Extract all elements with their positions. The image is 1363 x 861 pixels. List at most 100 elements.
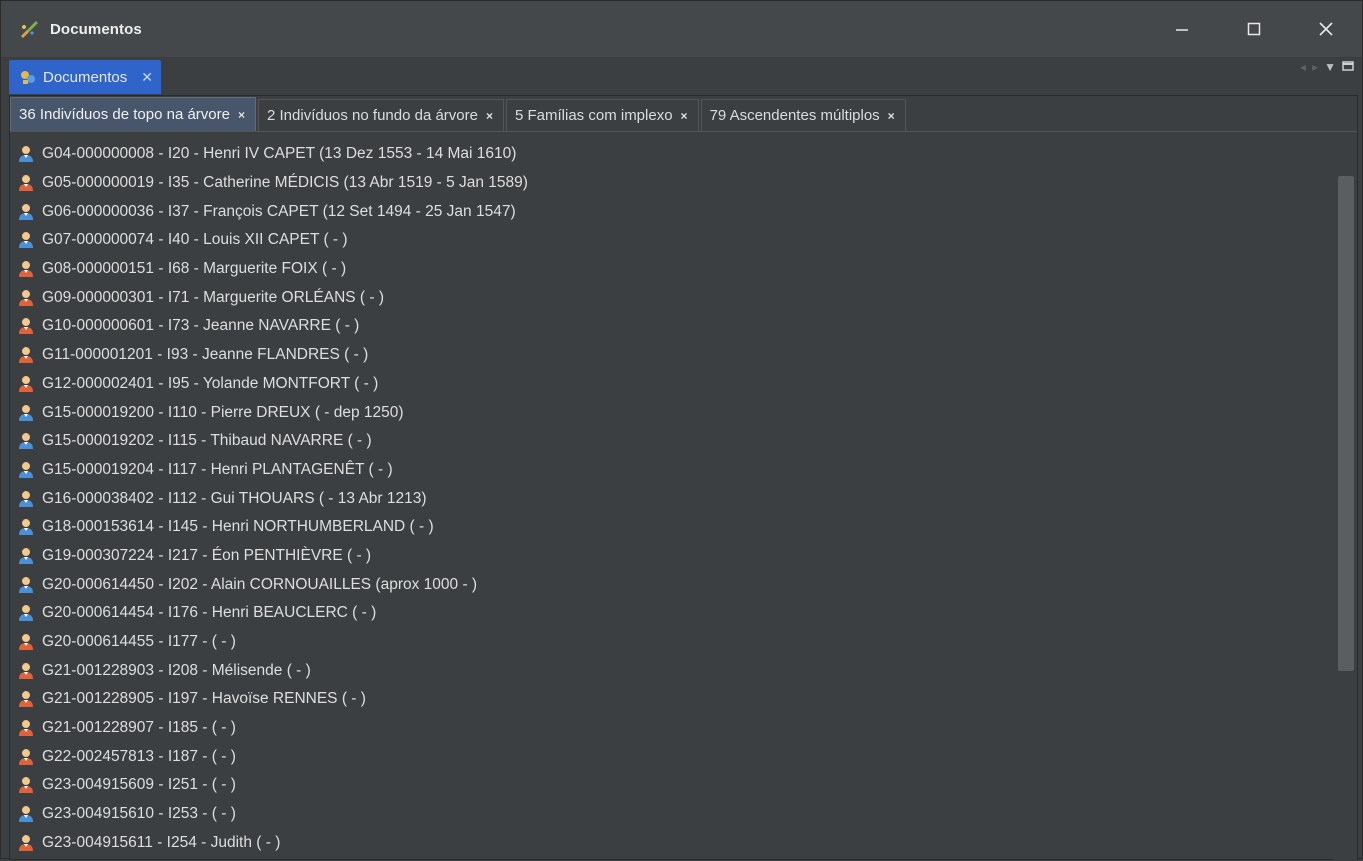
list-item-text: G11-000001201 - I93 - Jeanne FLANDRES ( … [42, 346, 369, 364]
list-item[interactable]: G23-004915609 - I251 - ( - ) [10, 771, 1335, 800]
female-person-icon [18, 260, 34, 278]
female-person-icon [18, 690, 34, 708]
male-person-icon [18, 518, 34, 536]
list-item-text: G23-004915609 - I251 - ( - ) [42, 776, 236, 794]
tab-families-implex[interactable]: 5 Famílias com implexo × [506, 99, 699, 131]
list-item-text: G20-000614454 - I176 - Henri BEAUCLERC (… [42, 604, 377, 622]
list-item-text: G09-000000301 - I71 - Marguerite ORLÉANS… [42, 288, 385, 306]
list-item[interactable]: G23-004915610 - I253 - ( - ) [10, 800, 1335, 829]
window-title: Documentos [50, 20, 142, 38]
list-item-text: G21-001228907 - I185 - ( - ) [42, 719, 236, 737]
list-item[interactable]: G06-000000036 - I37 - François CAPET (12… [10, 197, 1335, 226]
male-person-icon [18, 576, 34, 594]
minimize-icon [1176, 29, 1188, 31]
tab-label: 5 Famílias com implexo [515, 107, 673, 124]
female-person-icon [18, 375, 34, 393]
minimize-button[interactable] [1146, 1, 1218, 58]
female-person-icon [18, 662, 34, 680]
list-item-text: G06-000000036 - I37 - François CAPET (12… [42, 202, 516, 220]
maximize-button[interactable] [1218, 1, 1290, 58]
list-item[interactable]: G05-000000019 - I35 - Catherine MÉDICIS … [10, 169, 1335, 198]
list-item-text: G21-001228905 - I197 - Havoïse RENNES ( … [42, 690, 366, 708]
female-person-icon [18, 748, 34, 766]
female-person-icon [18, 834, 34, 852]
list-item[interactable]: G20-000614450 - I202 - Alain CORNOUAILLE… [10, 570, 1335, 599]
list-item-text: G21-001228903 - I208 - Mélisende ( - ) [42, 661, 311, 679]
list-item-text: G16-000038402 - I112 - Gui THOUARS ( - 1… [42, 489, 427, 507]
tab-close-icon[interactable]: × [238, 108, 245, 122]
list-item[interactable]: G08-000000151 - I68 - Marguerite FOIX ( … [10, 255, 1335, 284]
male-person-icon [18, 805, 34, 823]
list-item[interactable]: G21-001228907 - I185 - ( - ) [10, 714, 1335, 743]
list-item[interactable]: G15-000019204 - I117 - Henri PLANTAGENÊT… [10, 456, 1335, 485]
tab-close-icon[interactable]: × [486, 109, 493, 123]
list-item[interactable]: G04-000000008 - I20 - Henri IV CAPET (13… [10, 140, 1335, 169]
list-item-text: G18-000153614 - I145 - Henri NORTHUMBERL… [42, 518, 434, 536]
scroll-right-icon[interactable]: ▸ [1312, 60, 1318, 74]
male-person-icon [18, 145, 34, 163]
list-item-text: G04-000000008 - I20 - Henri IV CAPET (13… [42, 145, 517, 163]
tab-label: 79 Ascendentes múltiplos [709, 107, 880, 124]
tab-bar-controls: ◂ ▸ ▼ [1300, 60, 1354, 74]
tab-documentos[interactable]: Documentos ✕ [9, 60, 161, 94]
tab-multiple-ancestors[interactable]: 79 Ascendentes múltiplos × [700, 99, 906, 131]
report-tab-bar: 36 Indivíduos de topo na árvore × 2 Indi… [10, 96, 1357, 132]
tab-close-icon[interactable]: × [681, 109, 688, 123]
list-item[interactable]: G21-001228903 - I208 - Mélisende ( - ) [10, 656, 1335, 685]
app-brush-icon [18, 17, 42, 41]
list-item[interactable]: G21-001228905 - I197 - Havoïse RENNES ( … [10, 685, 1335, 714]
tab-label: 36 Indivíduos de topo na árvore [19, 106, 230, 123]
male-person-icon [18, 203, 34, 221]
documentos-window: Documentos Documentos ✕ ◂ ▸ ▼ 36 Indivíd… [0, 0, 1363, 861]
close-button[interactable] [1290, 1, 1362, 58]
list-item[interactable]: G23-004915611 - I254 - Judith ( - ) [10, 829, 1335, 858]
title-bar[interactable]: Documentos [1, 1, 1362, 58]
list-item-text: G23-004915611 - I254 - Judith ( - ) [42, 833, 281, 851]
tab-bottom-individuals[interactable]: 2 Indivíduos no fundo da árvore × [258, 99, 504, 131]
document-tab-bar: Documentos ✕ ◂ ▸ ▼ [1, 58, 1362, 94]
list-item-text: G08-000000151 - I68 - Marguerite FOIX ( … [42, 260, 347, 278]
tab-close-icon[interactable]: × [888, 109, 895, 123]
list-item[interactable]: G15-000019202 - I115 - Thibaud NAVARRE (… [10, 427, 1335, 456]
tab-label: 2 Indivíduos no fundo da árvore [267, 107, 478, 124]
dropdown-arrow-icon[interactable]: ▼ [1324, 60, 1336, 74]
list-item-text: G15-000019200 - I110 - Pierre DREUX ( - … [42, 403, 404, 421]
male-person-icon [18, 604, 34, 622]
documents-panel: 36 Indivíduos de topo na árvore × 2 Indi… [9, 95, 1358, 861]
list-item-text: G12-000002401 - I95 - Yolande MONTFORT (… [42, 374, 379, 392]
list-item[interactable]: G18-000153614 - I145 - Henri NORTHUMBERL… [10, 513, 1335, 542]
male-person-icon [18, 231, 34, 249]
list-item[interactable]: G10-000000601 - I73 - Jeanne NAVARRE ( -… [10, 312, 1335, 341]
list-item[interactable]: G20-000614454 - I176 - Henri BEAUCLERC (… [10, 599, 1335, 628]
close-icon [1319, 22, 1333, 36]
list-item[interactable]: G15-000019200 - I110 - Pierre DREUX ( - … [10, 398, 1335, 427]
restore-panel-icon[interactable] [1342, 60, 1354, 74]
female-person-icon [18, 776, 34, 794]
list-item[interactable]: G20-000614455 - I177 - ( - ) [10, 628, 1335, 657]
maximize-icon [1247, 22, 1261, 36]
tab-documentos-label: Documentos [43, 68, 128, 86]
scroll-left-icon[interactable]: ◂ [1300, 60, 1306, 74]
male-person-icon [18, 490, 34, 508]
individuals-list: G04-000000008 - I20 - Henri IV CAPET (13… [10, 140, 1335, 861]
female-person-icon [18, 633, 34, 651]
list-item-text: G10-000000601 - I73 - Jeanne NAVARRE ( -… [42, 317, 360, 335]
list-item[interactable]: G09-000000301 - I71 - Marguerite ORLÉANS… [10, 283, 1335, 312]
female-person-icon [18, 346, 34, 364]
list-item-text: G22-002457813 - I187 - ( - ) [42, 747, 236, 765]
list-item-text: G19-000307224 - I217 - Éon PENTHIÈVRE ( … [42, 546, 372, 564]
list-item-text: G15-000019204 - I117 - Henri PLANTAGENÊT… [42, 460, 393, 478]
list-item-text: G07-000000074 - I40 - Louis XII CAPET ( … [42, 231, 348, 249]
female-person-icon [18, 174, 34, 192]
list-item[interactable]: G11-000001201 - I93 - Jeanne FLANDRES ( … [10, 341, 1335, 370]
list-item[interactable]: G07-000000074 - I40 - Louis XII CAPET ( … [10, 226, 1335, 255]
list-item-text: G20-000614450 - I202 - Alain CORNOUAILLE… [42, 575, 478, 593]
list-item[interactable]: G12-000002401 - I95 - Yolande MONTFORT (… [10, 370, 1335, 399]
tab-top-individuals[interactable]: 36 Indivíduos de topo na árvore × [10, 97, 256, 131]
list-item[interactable]: G19-000307224 - I217 - Éon PENTHIÈVRE ( … [10, 542, 1335, 571]
list-item[interactable]: G16-000038402 - I112 - Gui THOUARS ( - 1… [10, 484, 1335, 513]
list-item-text: G23-004915610 - I253 - ( - ) [42, 805, 236, 823]
scrollbar-thumb[interactable] [1338, 176, 1354, 671]
tab-close-icon[interactable]: ✕ [141, 69, 153, 86]
list-item[interactable]: G22-002457813 - I187 - ( - ) [10, 742, 1335, 771]
